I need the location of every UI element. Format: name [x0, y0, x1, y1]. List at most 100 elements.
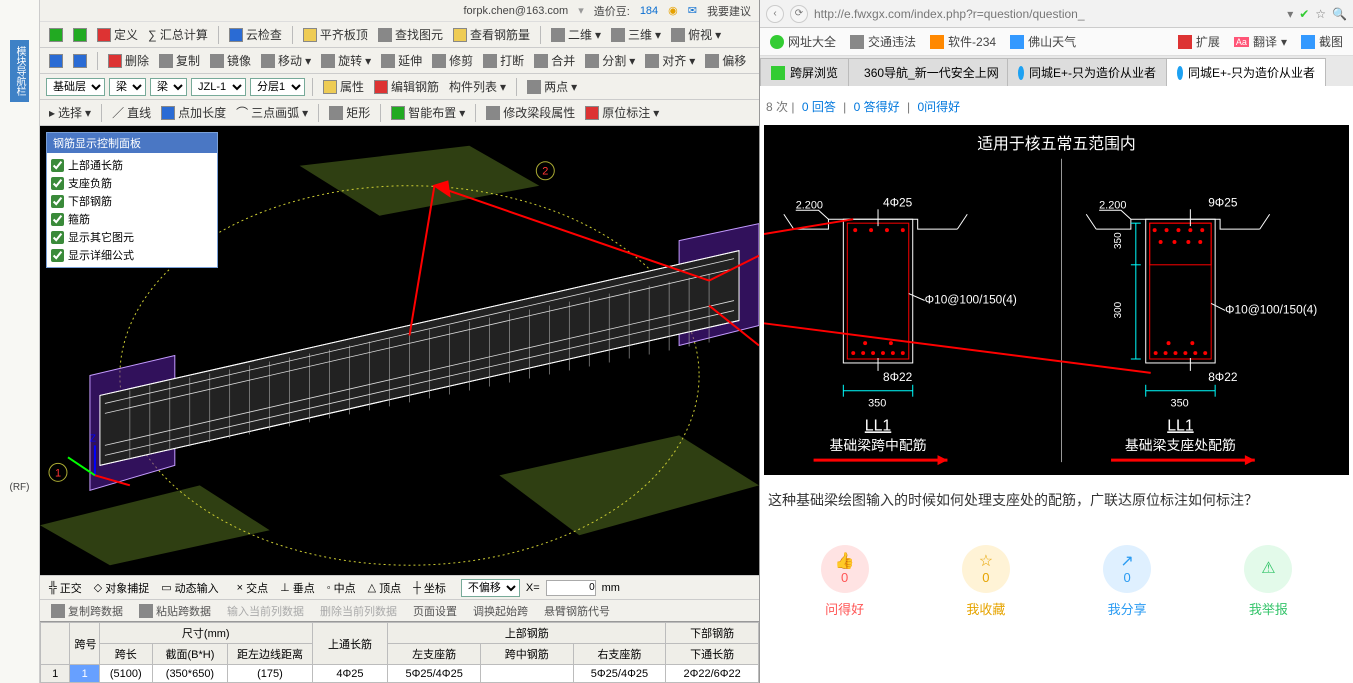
cantilever-code-button[interactable]: 悬臂钢筋代号 [541, 602, 613, 620]
bm-weather[interactable]: 佛山天气 [1010, 33, 1076, 50]
chk-other-elem[interactable] [51, 231, 64, 244]
align-button[interactable]: 对齐▾ [642, 51, 698, 70]
chk-bottom[interactable] [51, 195, 64, 208]
back-button[interactable]: ‹ [766, 5, 784, 23]
mod-span-button[interactable]: 修改梁段属性 [483, 103, 578, 122]
bm-sites[interactable]: 网址大全 [770, 33, 836, 50]
hdr-rsup[interactable]: 右支座筋 [573, 644, 666, 665]
smart-layout-button[interactable]: 智能布置▾ [388, 103, 468, 122]
trim-button[interactable]: 修剪 [429, 51, 476, 70]
hdr-lsup[interactable]: 左支座筋 [388, 644, 481, 665]
swap-start-button[interactable]: 调换起始跨 [470, 602, 531, 620]
search-split-icon[interactable]: 🔍 [1332, 7, 1347, 21]
rotate-button[interactable]: 旋转▾ [318, 51, 374, 70]
select-button[interactable]: ▸选择▾ [46, 103, 94, 122]
extensions-button[interactable]: 扩展 [1178, 33, 1220, 50]
undo-button[interactable] [46, 53, 66, 69]
stat-good-ans[interactable]: 0 答得好 [854, 100, 900, 114]
point-add-button[interactable]: 点加长度 [158, 103, 229, 122]
cell-rsup[interactable]: 5Φ25/4Φ25 [573, 665, 666, 683]
mirror-button[interactable]: 镜像 [207, 51, 254, 70]
hdr-edge[interactable]: 距左边线距离 [228, 644, 312, 665]
chk-top-thru[interactable] [51, 159, 64, 172]
bm-software[interactable]: 软件-234 [930, 33, 996, 50]
snap-apex[interactable]: △顶点 [365, 579, 404, 597]
move-button[interactable]: 移动▾ [258, 51, 314, 70]
chk-detail-formula[interactable] [51, 249, 64, 262]
line-button[interactable]: ／直线 [109, 103, 154, 122]
snap-mid[interactable]: ◦中点 [324, 579, 359, 597]
table-row[interactable]: 1 1 (5100) (350*650) (175) 4Φ25 5Φ25/4Φ2… [41, 665, 759, 683]
cell-span[interactable]: 1 [70, 665, 99, 683]
chk-support-neg[interactable] [51, 177, 64, 190]
translate-button[interactable]: Aa翻译▾ [1234, 33, 1287, 50]
define-button[interactable]: 定义 [94, 25, 141, 44]
copy-button[interactable]: 复制 [156, 51, 203, 70]
star-icon[interactable]: ☆ [1315, 7, 1326, 21]
inplace-anno-button[interactable]: 原位标注▾ [582, 103, 662, 122]
rect-button[interactable]: 矩形 [326, 103, 373, 122]
cloud-check-button[interactable]: 云检查 [226, 25, 285, 44]
url-text[interactable]: http://e.fwxgx.com/index.php?r=question/… [814, 7, 1281, 21]
hdr-len[interactable]: 跨长 [99, 644, 152, 665]
component-list-button[interactable]: 构件列表▾ [446, 77, 509, 96]
arc3-button[interactable]: ⌒三点画弧▾ [233, 103, 311, 122]
cad-viewport[interactable]: 钢筋显示控制面板 上部通长筋 支座负筋 下部钢筋 箍筋 显示其它图元 显示详细公… [40, 126, 759, 575]
break-button[interactable]: 打断 [480, 51, 527, 70]
snap-perp[interactable]: ⊥垂点 [277, 579, 318, 597]
rebar-qty-button[interactable]: 查看钢筋量 [450, 25, 533, 44]
snap-coord[interactable]: ┼坐标 [410, 579, 449, 597]
split-button[interactable]: 分割▾ [582, 51, 638, 70]
refresh-button[interactable]: ⟳ [790, 5, 808, 23]
delete-button[interactable]: 删除 [105, 51, 152, 70]
cell-midtop[interactable] [480, 665, 573, 683]
input-col-button[interactable]: 输入当前列数据 [224, 602, 307, 620]
tab-crossscreen[interactable]: 跨屏浏览 [760, 58, 849, 86]
hdr-botthru[interactable]: 下通长筋 [666, 644, 759, 665]
screenshot-button[interactable]: 截图 [1301, 33, 1343, 50]
stat-good-q[interactable]: 0问得好 [917, 100, 960, 114]
layer-combo[interactable]: 分层1 [250, 78, 305, 96]
floor-combo[interactable]: 基础层 [46, 78, 105, 96]
find-elem-button[interactable]: 查找图元 [375, 25, 446, 44]
stat-answers[interactable]: 0 回答 [802, 100, 836, 114]
share-button[interactable]: ↗0 我分享 [1103, 545, 1151, 618]
hdr-topthru[interactable]: 上通长筋 [312, 623, 388, 665]
redo-button[interactable] [70, 53, 90, 69]
tab-tc2[interactable]: 同城E+-只为造价从业者 [1166, 58, 1326, 86]
dyn-toggle[interactable]: ▭动态输入 [158, 579, 221, 597]
offset-button[interactable]: 偏移 [702, 51, 749, 70]
module-nav-tab[interactable]: 模块导航栏 [10, 40, 29, 102]
dropdown-icon[interactable]: ▾ [1287, 7, 1293, 21]
cell-sec[interactable]: (350*650) [152, 665, 228, 683]
tab-360[interactable]: 360导航_新一代安全上网 [848, 58, 1008, 86]
member-combo[interactable]: JZL-1 [191, 78, 246, 96]
cell-botthru[interactable]: 2Φ22/6Φ22 [666, 665, 759, 683]
copy-span-button[interactable]: 复制跨数据 [48, 602, 126, 620]
cell-edge[interactable]: (175) [228, 665, 312, 683]
good-question-button[interactable]: 👍0 问得好 [821, 545, 869, 618]
two-point-button[interactable]: 两点▾ [524, 77, 580, 96]
cell-len[interactable]: (5100) [99, 665, 152, 683]
nav-right-button[interactable] [70, 27, 90, 43]
offset-combo[interactable]: 不偏移 [461, 579, 520, 597]
flat-top-button[interactable]: 平齐板顶 [300, 25, 371, 44]
chk-stirrup[interactable] [51, 213, 64, 226]
suggest-button[interactable]: 我要建议 [707, 3, 751, 19]
category-combo[interactable]: 梁 [109, 78, 146, 96]
extend-button[interactable]: 延伸 [378, 51, 425, 70]
snap-int[interactable]: ×交点 [234, 579, 271, 597]
paste-span-button[interactable]: 粘贴跨数据 [136, 602, 214, 620]
view-other-button[interactable]: 俯视▾ [668, 25, 724, 44]
hdr-midtop[interactable]: 跨中钢筋 [480, 644, 573, 665]
nav-left-button[interactable] [46, 27, 66, 43]
type-combo[interactable]: 梁 [150, 78, 187, 96]
bm-traffic[interactable]: 交通违法 [850, 33, 916, 50]
sum-button[interactable]: ∑ 汇总计算 [145, 25, 211, 44]
report-button[interactable]: ⚠ 我举报 [1244, 545, 1292, 618]
osnap-toggle[interactable]: ◇对象捕捉 [91, 579, 152, 597]
view-3d-button[interactable]: 三维▾ [608, 25, 664, 44]
hdr-span[interactable]: 跨号 [70, 623, 99, 665]
tab-tc1[interactable]: 同城E+-只为造价从业者 [1007, 58, 1167, 86]
cell-topthru[interactable]: 4Φ25 [312, 665, 388, 683]
